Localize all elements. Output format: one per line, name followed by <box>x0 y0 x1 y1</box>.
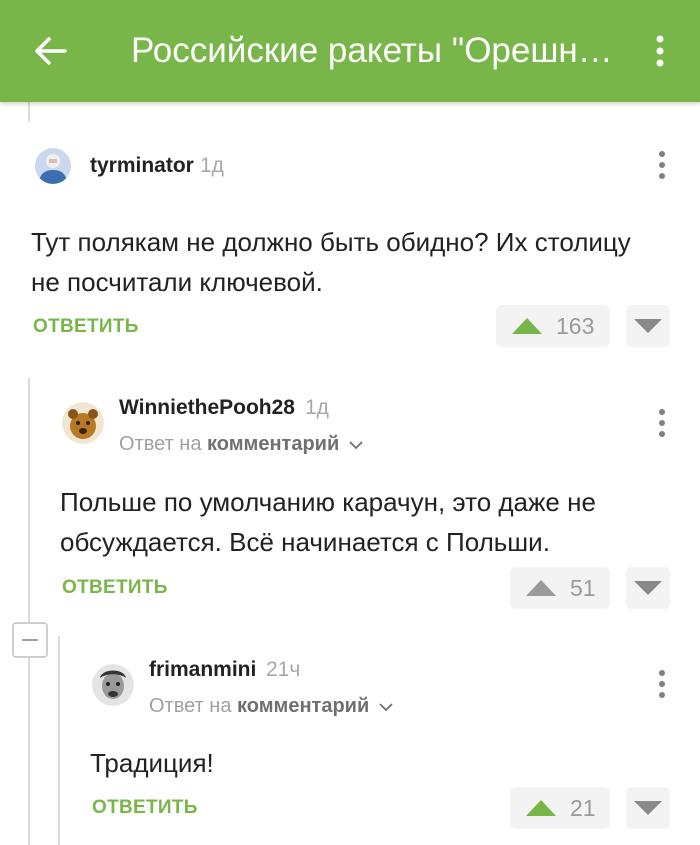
comment-text: Тут полякам не должно быть обидно? Их ст… <box>31 227 631 297</box>
page-title: Российские ракеты "Орешник" нацелены на.… <box>131 31 621 70</box>
comment-time: 1д <box>200 154 224 177</box>
upvote-button[interactable]: 163 <box>496 305 610 347</box>
comment-menu-button[interactable] <box>652 403 672 443</box>
chevron-down-icon <box>349 441 363 449</box>
triangle-up-icon <box>526 800 556 816</box>
avatar[interactable] <box>35 148 71 184</box>
comment-author[interactable]: tyrminator <box>90 154 194 178</box>
downvote-button[interactable] <box>626 305 670 347</box>
downvote-button[interactable] <box>626 787 670 829</box>
downvote-button[interactable] <box>626 567 670 609</box>
collapse-thread-button[interactable] <box>12 622 48 658</box>
reply-button[interactable]: ОТВЕТИТЬ <box>62 577 168 599</box>
chevron-down-icon <box>379 703 393 711</box>
comment-author[interactable]: frimanmini <box>149 658 256 682</box>
comment-time: 21ч <box>266 658 301 681</box>
vote-count: 51 <box>570 574 596 601</box>
thread-line <box>28 378 30 622</box>
avatar[interactable] <box>62 402 104 444</box>
reply-button[interactable]: ОТВЕТИТЬ <box>92 797 198 819</box>
reply-to-link[interactable]: Ответ на комментарий <box>119 433 363 456</box>
thread-line <box>58 636 60 845</box>
vote-count: 21 <box>570 794 596 821</box>
arrow-left-icon <box>35 37 67 65</box>
comment-text: Традиция! <box>90 748 214 778</box>
triangle-up-icon <box>512 318 542 334</box>
reply-button[interactable]: ОТВЕТИТЬ <box>33 316 139 338</box>
upvote-button[interactable]: 51 <box>510 567 610 609</box>
comment-text: Польше по умолчанию карачун, это даже не… <box>60 487 596 557</box>
upvote-button[interactable]: 21 <box>510 787 610 829</box>
comment-menu-button[interactable] <box>652 145 672 185</box>
thread-line <box>28 658 30 845</box>
triangle-down-icon <box>634 801 662 815</box>
triangle-down-icon <box>634 319 662 333</box>
comment-menu-button[interactable] <box>652 664 672 704</box>
reply-to-link[interactable]: Ответ на комментарий <box>149 695 393 718</box>
more-options-button[interactable] <box>640 28 680 74</box>
triangle-down-icon <box>634 581 662 595</box>
comment-time: 1д <box>305 396 329 419</box>
comment-author[interactable]: WinniethePooh28 <box>119 396 295 420</box>
vote-count: 163 <box>556 312 595 339</box>
thread-line <box>28 102 30 122</box>
avatar[interactable] <box>92 664 134 706</box>
app-bar: Российские ракеты "Орешник" нацелены на.… <box>0 0 700 102</box>
more-vertical-icon <box>656 35 664 67</box>
back-button[interactable] <box>26 26 76 76</box>
triangle-up-icon <box>526 580 556 596</box>
